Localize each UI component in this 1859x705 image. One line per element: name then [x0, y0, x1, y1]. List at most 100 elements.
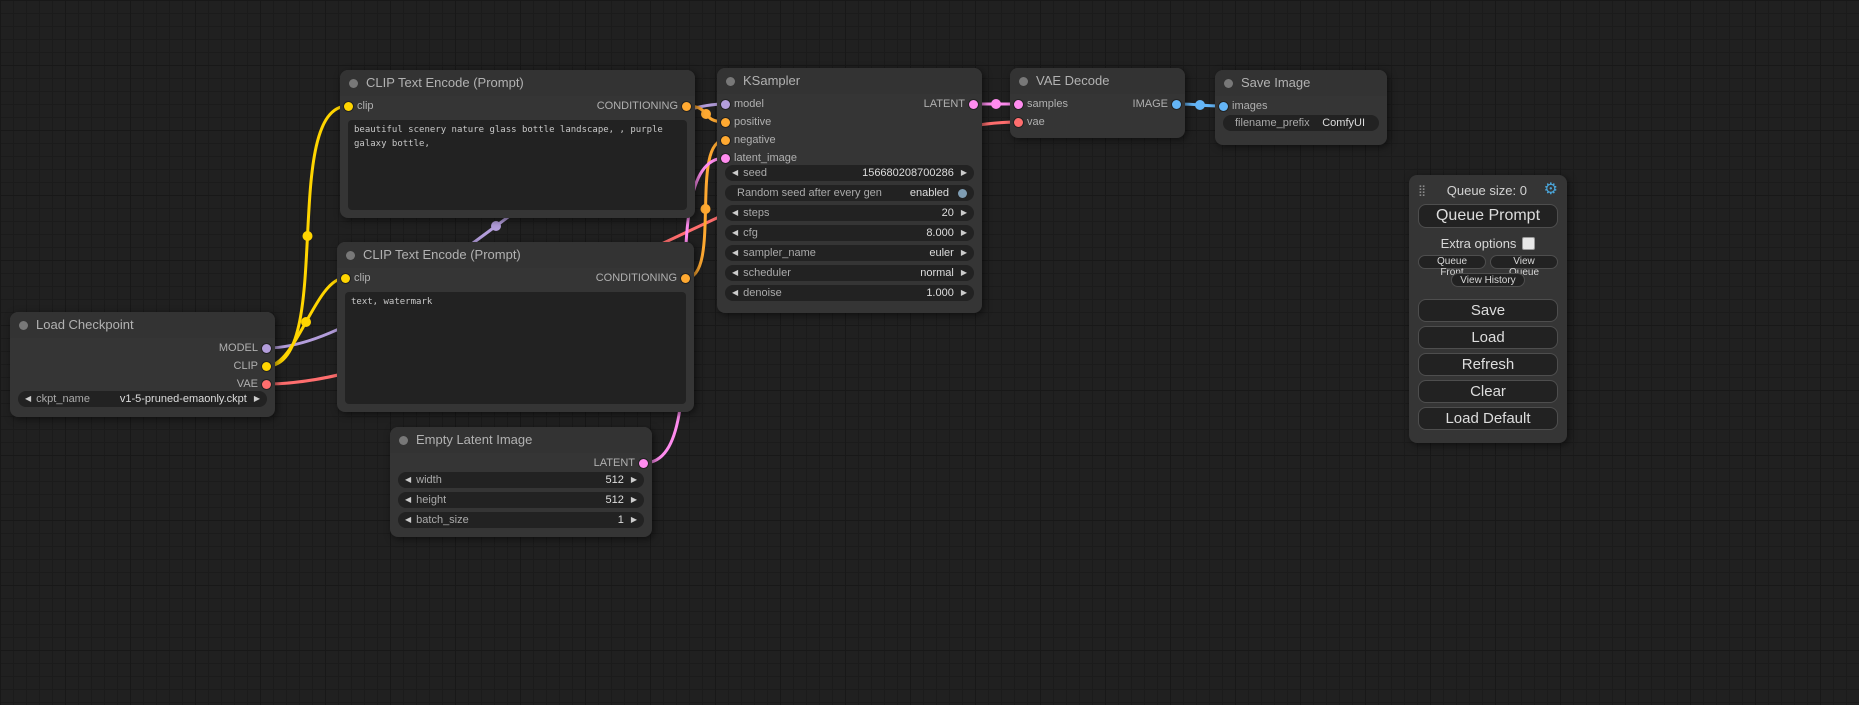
- node-title: Save Image: [1241, 75, 1310, 90]
- decrement-arrow-icon[interactable]: ◀: [405, 472, 411, 488]
- view-queue-button[interactable]: View Queue: [1490, 255, 1558, 269]
- decrement-arrow-icon[interactable]: ◀: [25, 391, 31, 407]
- node-empty-latent-image[interactable]: Empty Latent ImageLATENT◀width512▶◀heigh…: [390, 427, 652, 537]
- load-default-button[interactable]: Load Default: [1418, 407, 1558, 430]
- collapse-toggle-icon[interactable]: [346, 251, 355, 260]
- widget-seed[interactable]: ◀ seed 156680208700286 ▶: [725, 165, 974, 181]
- node-clip-text-encode-negative[interactable]: CLIP Text Encode (Prompt)clipCONDITIONIN…: [337, 242, 694, 412]
- widget-height[interactable]: ◀height512▶: [398, 492, 644, 508]
- increment-arrow-icon[interactable]: ▶: [631, 472, 637, 488]
- increment-arrow-icon[interactable]: ▶: [254, 391, 260, 407]
- LATENT-output-port[interactable]: [969, 100, 978, 109]
- node-title-bar[interactable]: Save Image: [1215, 70, 1387, 96]
- link-midpoint-dot: [301, 317, 311, 327]
- input-label: negative: [734, 132, 776, 148]
- node-load-checkpoint[interactable]: Load CheckpointMODELCLIPVAE◀ckpt_namev1-…: [10, 312, 275, 417]
- widget-denoise[interactable]: ◀denoise1.000▶: [725, 285, 974, 301]
- decrement-arrow-icon[interactable]: ◀: [732, 285, 738, 301]
- images-input-port[interactable]: [1219, 102, 1228, 111]
- widget-filename-prefix[interactable]: filename_prefixComfyUI: [1223, 115, 1379, 131]
- decrement-arrow-icon[interactable]: ◀: [732, 225, 738, 241]
- negative-input-port[interactable]: [721, 136, 730, 145]
- decrement-arrow-icon[interactable]: ◀: [732, 245, 738, 261]
- widget-value: normal: [796, 267, 954, 279]
- load-button[interactable]: Load: [1418, 326, 1558, 349]
- node-vae-decode[interactable]: VAE DecodesamplesvaeIMAGE: [1010, 68, 1185, 138]
- input-label: vae: [1027, 114, 1045, 130]
- prompt-textarea[interactable]: text, watermark: [345, 292, 686, 404]
- graph-canvas[interactable]: ⣿ Queue size: 0 ⚙ Queue Prompt Extra opt…: [0, 0, 1859, 705]
- refresh-button[interactable]: Refresh: [1418, 353, 1558, 376]
- widget-label: seed: [743, 167, 767, 179]
- MODEL-output-port[interactable]: [262, 344, 271, 353]
- queue-prompt-button[interactable]: Queue Prompt: [1418, 204, 1558, 228]
- decrement-arrow-icon[interactable]: ◀: [405, 512, 411, 528]
- widget-value: 156680208700286: [772, 167, 954, 179]
- IMAGE-output-port[interactable]: [1172, 100, 1181, 109]
- node-title-bar[interactable]: CLIP Text Encode (Prompt): [340, 70, 695, 96]
- clip-input-port[interactable]: [341, 274, 350, 283]
- node-clip-text-encode-positive[interactable]: CLIP Text Encode (Prompt)clipCONDITIONIN…: [340, 70, 695, 218]
- toggle-dot-icon[interactable]: [958, 189, 967, 198]
- vae-input-port[interactable]: [1014, 118, 1023, 127]
- decrement-arrow-icon[interactable]: ◀: [732, 165, 738, 181]
- view-history-button[interactable]: View History: [1451, 273, 1524, 287]
- prompt-textarea[interactable]: beautiful scenery nature glass bottle la…: [348, 120, 687, 210]
- widget-batch-size[interactable]: ◀batch_size1▶: [398, 512, 644, 528]
- samples-input-port[interactable]: [1014, 100, 1023, 109]
- decrement-arrow-icon[interactable]: ◀: [405, 492, 411, 508]
- clear-button[interactable]: Clear: [1418, 380, 1558, 403]
- widget-ckpt-name[interactable]: ◀ckpt_namev1-5-pruned-emaonly.ckpt▶: [18, 391, 267, 407]
- clip-input-port[interactable]: [344, 102, 353, 111]
- queue-front-button[interactable]: Queue Front: [1418, 255, 1486, 269]
- collapse-toggle-icon[interactable]: [349, 79, 358, 88]
- widget-scheduler[interactable]: ◀schedulernormal▶: [725, 265, 974, 281]
- extra-options-checkbox[interactable]: [1522, 237, 1535, 250]
- collapse-toggle-icon[interactable]: [726, 77, 735, 86]
- input-label: positive: [734, 114, 771, 130]
- widget-width[interactable]: ◀width512▶: [398, 472, 644, 488]
- increment-arrow-icon[interactable]: ▶: [961, 245, 967, 261]
- widget-value: euler: [821, 247, 954, 259]
- increment-arrow-icon[interactable]: ▶: [631, 512, 637, 528]
- output-label: LATENT: [924, 96, 965, 112]
- increment-arrow-icon[interactable]: ▶: [961, 265, 967, 281]
- positive-input-port[interactable]: [721, 118, 730, 127]
- node-title-bar[interactable]: Empty Latent Image: [390, 427, 652, 453]
- CONDITIONING-output-port[interactable]: [681, 274, 690, 283]
- increment-arrow-icon[interactable]: ▶: [961, 165, 967, 181]
- input-label: images: [1232, 98, 1267, 114]
- widget-random-seed-after-every-gen[interactable]: Random seed after every genenabled: [725, 185, 974, 201]
- widget-value: 512: [451, 494, 624, 506]
- node-ksampler[interactable]: KSamplermodelpositivenegativelatent_imag…: [717, 68, 982, 313]
- latent_image-input-port[interactable]: [721, 154, 730, 163]
- node-title-bar[interactable]: CLIP Text Encode (Prompt): [337, 242, 694, 268]
- node-title-bar[interactable]: Load Checkpoint: [10, 312, 275, 338]
- collapse-toggle-icon[interactable]: [19, 321, 28, 330]
- increment-arrow-icon[interactable]: ▶: [961, 225, 967, 241]
- node-title-bar[interactable]: VAE Decode: [1010, 68, 1185, 94]
- increment-arrow-icon[interactable]: ▶: [961, 205, 967, 221]
- node-save-image[interactable]: Save Image imagesfilename_prefixComfyUI: [1215, 70, 1387, 145]
- collapse-toggle-icon[interactable]: [1224, 79, 1233, 88]
- CONDITIONING-output-port[interactable]: [682, 102, 691, 111]
- VAE-output-port[interactable]: [262, 380, 271, 389]
- collapse-toggle-icon[interactable]: [1019, 77, 1028, 86]
- widget-steps[interactable]: ◀steps20▶: [725, 205, 974, 221]
- decrement-arrow-icon[interactable]: ◀: [732, 265, 738, 281]
- output-label: IMAGE: [1133, 96, 1168, 112]
- node-title-bar[interactable]: KSampler: [717, 68, 982, 94]
- drag-handle-icon[interactable]: ⣿: [1418, 184, 1426, 197]
- output-label: CONDITIONING: [596, 270, 677, 286]
- increment-arrow-icon[interactable]: ▶: [631, 492, 637, 508]
- collapse-toggle-icon[interactable]: [399, 436, 408, 445]
- save-button[interactable]: Save: [1418, 299, 1558, 322]
- CLIP-output-port[interactable]: [262, 362, 271, 371]
- widget-cfg[interactable]: ◀cfg8.000▶: [725, 225, 974, 241]
- model-input-port[interactable]: [721, 100, 730, 109]
- widget-sampler-name[interactable]: ◀sampler_nameeuler▶: [725, 245, 974, 261]
- settings-gear-icon[interactable]: ⚙: [1544, 182, 1558, 198]
- LATENT-output-port[interactable]: [639, 459, 648, 468]
- increment-arrow-icon[interactable]: ▶: [961, 285, 967, 301]
- decrement-arrow-icon[interactable]: ◀: [732, 205, 738, 221]
